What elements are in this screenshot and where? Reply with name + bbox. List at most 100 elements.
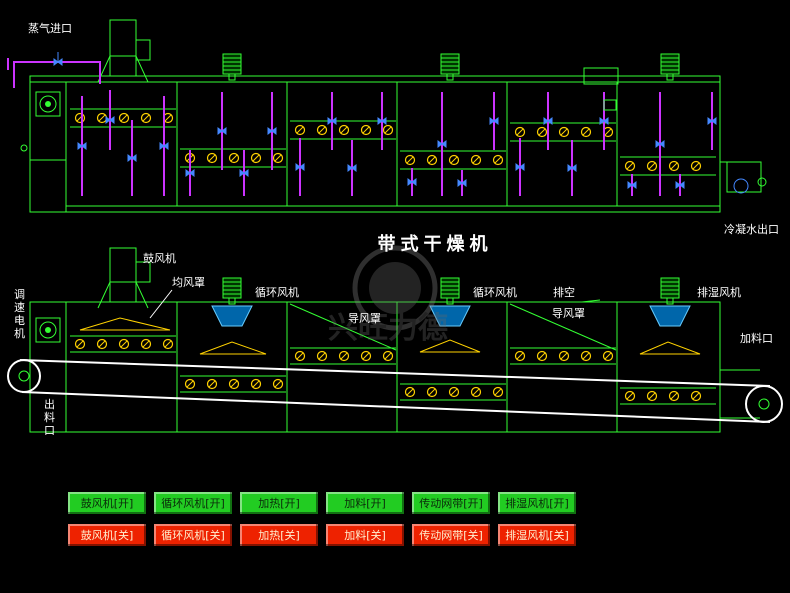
heater-element-mark bbox=[692, 162, 700, 170]
fan-motor-icon bbox=[660, 53, 680, 75]
label-discharge-1: 出 bbox=[44, 397, 55, 411]
leader-line bbox=[149, 289, 173, 319]
conveyor-belt-off-button[interactable]: 传动网带[关] bbox=[412, 524, 490, 546]
label-speed-motor-4: 机 bbox=[14, 326, 25, 340]
speed-motor-hub bbox=[45, 101, 51, 107]
circulation-fan-on-button[interactable]: 循环风机[开] bbox=[154, 492, 232, 514]
heater-element-mark bbox=[604, 128, 612, 136]
heater-element-mark bbox=[340, 352, 348, 360]
heater-element-mark bbox=[296, 126, 304, 134]
fan-motor-icon bbox=[440, 53, 460, 75]
heater-element-mark bbox=[406, 388, 414, 396]
condensate-trap bbox=[726, 161, 762, 193]
label-feed-inlet: 加料口 bbox=[740, 331, 773, 345]
side-blower-duct bbox=[109, 247, 137, 303]
heater-element-mark bbox=[230, 154, 238, 162]
conveyor-belt-on-button[interactable]: 传动网带[开] bbox=[412, 492, 490, 514]
heater-element-mark bbox=[538, 352, 546, 360]
heater-element-mark bbox=[648, 162, 656, 170]
heater-element-mark bbox=[318, 352, 326, 360]
label-exhaust-vent: 排空 bbox=[553, 285, 575, 299]
heater-element-mark bbox=[164, 114, 172, 122]
fan-shaft bbox=[446, 297, 454, 305]
heater-element-mark bbox=[516, 352, 524, 360]
label-guide-hood-1: 导风罩 bbox=[348, 312, 381, 325]
feeding-on-button[interactable]: 加料[开] bbox=[326, 492, 404, 514]
blower-motor-icon bbox=[135, 39, 151, 61]
dehumidify-fan-icon bbox=[649, 305, 691, 327]
top-right-fitting bbox=[603, 99, 617, 111]
heater-element-mark bbox=[560, 128, 568, 136]
heater-element-mark bbox=[538, 128, 546, 136]
heater-element-mark bbox=[164, 340, 172, 348]
heater-element-mark bbox=[670, 392, 678, 400]
feed-roller-icon bbox=[745, 385, 783, 423]
dehumidify-fan-on-button[interactable]: 排湿风机[开] bbox=[498, 492, 576, 514]
label-discharge-2: 料 bbox=[44, 410, 55, 424]
label-guide-hood-2: 导风罩 bbox=[552, 307, 585, 320]
feed-roller-hub bbox=[758, 398, 770, 410]
heater-element-mark bbox=[274, 380, 282, 388]
even-air-hood-shape bbox=[79, 317, 171, 331]
heater-element-mark bbox=[406, 156, 414, 164]
speed-motor-hub bbox=[45, 327, 51, 333]
label-speed-motor-3: 电 bbox=[14, 314, 25, 327]
fan-shaft bbox=[228, 297, 236, 305]
heater-element-mark bbox=[648, 392, 656, 400]
heater-element-mark bbox=[296, 352, 304, 360]
heater-element-mark bbox=[670, 162, 678, 170]
fan-motor-icon bbox=[660, 277, 680, 299]
discharge-roller-icon bbox=[7, 359, 41, 393]
heater-element-mark bbox=[692, 392, 700, 400]
label-speed-motor-2: 速 bbox=[14, 301, 25, 314]
fan-shaft bbox=[666, 73, 674, 81]
feeding-off-button[interactable]: 加料[关] bbox=[326, 524, 404, 546]
heater-element-mark bbox=[230, 380, 238, 388]
fan-shaft bbox=[228, 73, 236, 81]
circulation-fan-icon bbox=[211, 305, 253, 327]
heater-element-mark bbox=[76, 340, 84, 348]
heater-element-mark bbox=[604, 352, 612, 360]
heater-element-mark bbox=[274, 154, 282, 162]
label-condensate-outlet: 冷凝水出口 bbox=[724, 222, 779, 236]
heater-element-mark bbox=[516, 128, 524, 136]
label-blower: 鼓风机 bbox=[143, 251, 176, 265]
fan-motor-icon bbox=[440, 277, 460, 299]
steam-inlet-pipe bbox=[13, 61, 101, 88]
blower-on-button[interactable]: 鼓风机[开] bbox=[68, 492, 146, 514]
heater-element-mark bbox=[428, 388, 436, 396]
heater-element-mark bbox=[626, 162, 634, 170]
label-circulation-fan-2: 循环风机 bbox=[473, 285, 517, 299]
heating-off-button[interactable]: 加热[关] bbox=[240, 524, 318, 546]
label-dehumidify-fan: 排湿风机 bbox=[697, 285, 741, 299]
fan-motor-icon bbox=[222, 277, 242, 299]
heater-element-mark bbox=[252, 154, 260, 162]
blower-duct bbox=[109, 19, 137, 77]
label-circulation-fan-1: 循环风机 bbox=[255, 285, 299, 299]
heater-element-mark bbox=[208, 154, 216, 162]
heater-element-mark bbox=[318, 126, 326, 134]
condensate-valve-icon bbox=[733, 178, 749, 194]
heater-element-mark bbox=[340, 126, 348, 134]
condensate-pump-icon bbox=[757, 177, 767, 187]
heater-element-mark bbox=[494, 388, 502, 396]
blower-off-button[interactable]: 鼓风机[关] bbox=[68, 524, 146, 546]
heater-element-mark bbox=[494, 156, 502, 164]
watermark-text: 兴旺力德 bbox=[328, 311, 448, 346]
circulation-fan-off-button[interactable]: 循环风机[关] bbox=[154, 524, 232, 546]
heater-element-mark bbox=[626, 392, 634, 400]
heater-element-mark bbox=[120, 340, 128, 348]
dehumidify-fan-off-button[interactable]: 排湿风机[关] bbox=[498, 524, 576, 546]
heater-element-mark bbox=[98, 340, 106, 348]
heater-element-mark bbox=[142, 114, 150, 122]
heater-element-mark bbox=[362, 126, 370, 134]
heater-element-mark bbox=[120, 114, 128, 122]
heater-element-mark bbox=[252, 380, 260, 388]
heating-on-button[interactable]: 加热[开] bbox=[240, 492, 318, 514]
watermark-logo: 兴旺力德 bbox=[328, 245, 448, 346]
heater-element-mark bbox=[560, 352, 568, 360]
heater-element-mark bbox=[384, 126, 392, 134]
machine-title: 带式干燥机 bbox=[378, 233, 493, 255]
heater-element-mark bbox=[472, 388, 480, 396]
heater-element-mark bbox=[450, 156, 458, 164]
